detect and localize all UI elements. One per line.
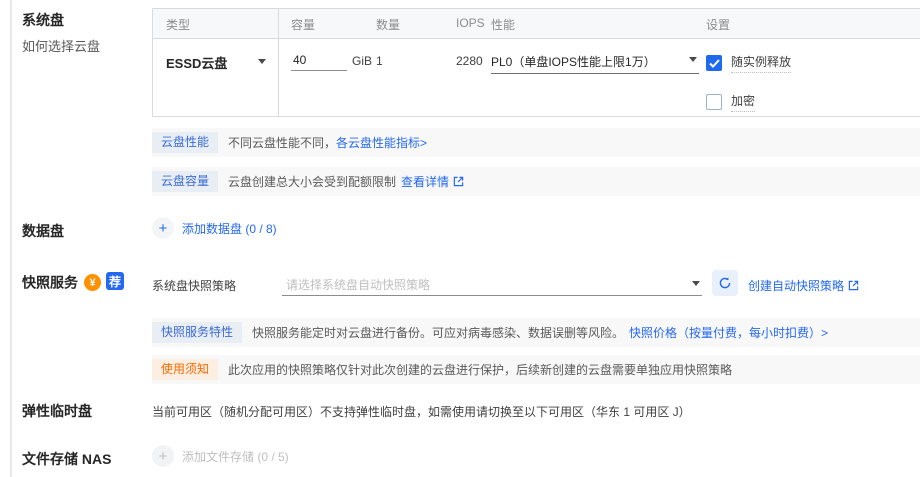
capacity-input[interactable] bbox=[291, 51, 347, 71]
snapshot-feature-tag: 快照服务特性 bbox=[152, 322, 243, 343]
ephemeral-disk-text: 当前可用区（随机分配可用区）不支持弹性临时盘，如需使用请切换至以下可用区（华东 … bbox=[152, 405, 691, 419]
add-data-disk-label: 添加数据盘 (0 / 8) bbox=[182, 221, 277, 236]
release-with-instance-checkbox[interactable] bbox=[706, 55, 722, 71]
system-disk-table-row: ESSD云盘 GiB 1 2280 PL0（单盘IOPS性能上限1万） 随实例释… bbox=[153, 39, 920, 116]
disk-performance-text: 不同云盘性能不同， bbox=[228, 136, 337, 150]
add-nas-label: 添加文件存储 (0 / 5) bbox=[182, 449, 289, 464]
disk-performance-note: 云盘性能 不同云盘性能不同， 各云盘性能指标> bbox=[152, 128, 920, 157]
chevron-down-icon bbox=[258, 59, 266, 64]
col-iops: IOPS bbox=[456, 16, 485, 30]
disk-type-value: ESSD云盘 bbox=[166, 56, 228, 71]
performance-value: PL0（单盘IOPS性能上限1万） bbox=[491, 55, 656, 69]
system-disk-table: 类型 容量 数量 IOPS 性能 设置 ESSD云盘 GiB 1 2280 PL… bbox=[152, 8, 920, 117]
refresh-icon bbox=[719, 277, 731, 289]
data-disk-label: 数据盘 bbox=[22, 223, 64, 239]
ephemeral-disk-label: 弹性临时盘 bbox=[22, 403, 92, 419]
disk-capacity-text: 云盘创建总大小会受到配额限制 bbox=[228, 175, 397, 189]
refresh-button[interactable] bbox=[712, 270, 738, 296]
snapshot-feature-text: 快照服务能定时对云盘进行备份。可应对病毒感染、数据误删等风险。 bbox=[252, 326, 625, 340]
snapshot-price-link[interactable]: 快照价格（按量付费，每小时扣费）> bbox=[629, 324, 828, 341]
view-details-label: 查看详情 bbox=[401, 175, 450, 189]
disk-capacity-tag: 云盘容量 bbox=[152, 171, 219, 192]
chevron-down-icon bbox=[689, 57, 697, 62]
check-icon bbox=[708, 58, 720, 68]
disk-capacity-note: 云盘容量 云盘创建总大小会受到配额限制 查看详情 bbox=[152, 167, 920, 196]
external-link-icon bbox=[453, 176, 464, 187]
col-type: 类型 bbox=[166, 18, 191, 32]
snapshot-policy-select[interactable]: 请选择系统盘自动快照策略 bbox=[282, 270, 702, 296]
disk-type-select[interactable]: ESSD云盘 bbox=[166, 53, 266, 72]
encryption-checkbox[interactable] bbox=[706, 94, 722, 110]
how-to-choose-disk-link[interactable]: 如何选择云盘 bbox=[22, 36, 100, 55]
create-snapshot-policy-link[interactable]: 创建自动快照策略 bbox=[748, 277, 859, 294]
system-disk-label: 系统盘 bbox=[22, 12, 64, 28]
paid-feature-icon: ¥ bbox=[84, 274, 101, 291]
snapshot-policy-field-label: 系统盘快照策略 bbox=[152, 279, 237, 293]
view-details-link[interactable]: 查看详情 bbox=[401, 173, 464, 190]
disk-performance-tag: 云盘性能 bbox=[152, 132, 219, 153]
col-quantity: 数量 bbox=[376, 18, 401, 32]
snapshot-feature-note: 快照服务特性 快照服务能定时对云盘进行备份。可应对病毒感染、数据误删等风险。 快… bbox=[152, 318, 920, 347]
release-with-instance-label: 随实例释放 bbox=[731, 53, 792, 73]
system-disk-table-header: 类型 容量 数量 IOPS 性能 设置 bbox=[153, 9, 920, 39]
iops-value: 2280 bbox=[456, 54, 483, 68]
snapshot-policy-placeholder: 请选择系统盘自动快照策略 bbox=[286, 278, 431, 292]
col-performance: 性能 bbox=[491, 18, 516, 32]
disk-config-panel: 系统盘 如何选择云盘 类型 容量 数量 IOPS 性能 设置 ESSD云盘 Gi… bbox=[0, 0, 920, 477]
disk-performance-metrics-link[interactable]: 各云盘性能指标> bbox=[336, 134, 427, 151]
snapshot-service-label: 快照服务 ¥ 荐 bbox=[22, 272, 124, 293]
quantity-value: 1 bbox=[376, 54, 383, 68]
recommended-badge: 荐 bbox=[106, 272, 124, 290]
performance-select[interactable]: PL0（单盘IOPS性能上限1万） bbox=[491, 51, 699, 74]
add-data-disk-button[interactable]: + 添加数据盘 (0 / 8) bbox=[152, 217, 277, 239]
encryption-label: 加密 bbox=[731, 92, 756, 112]
usage-notice-text: 此次应用的快照策略仅针对此次创建的云盘进行保护，后续新创建的云盘需要单独应用快照… bbox=[228, 363, 733, 377]
usage-notice-note: 使用须知 此次应用的快照策略仅针对此次创建的云盘进行保护，后续新创建的云盘需要单… bbox=[152, 355, 920, 384]
plus-icon: + bbox=[152, 445, 174, 467]
chevron-down-icon bbox=[692, 281, 700, 286]
external-link-icon bbox=[848, 280, 859, 291]
add-nas-button[interactable]: + 添加文件存储 (0 / 5) bbox=[152, 445, 289, 467]
col-settings: 设置 bbox=[706, 18, 731, 32]
create-snapshot-policy-label: 创建自动快照策略 bbox=[748, 279, 845, 293]
panel-left-border bbox=[10, 0, 12, 477]
nas-label: 文件存储 NAS bbox=[22, 451, 112, 467]
col-capacity: 容量 bbox=[291, 18, 316, 32]
capacity-unit: GiB bbox=[352, 54, 373, 68]
plus-icon: + bbox=[152, 217, 174, 239]
usage-notice-tag: 使用须知 bbox=[152, 359, 219, 380]
snapshot-service-title: 快照服务 bbox=[22, 274, 78, 291]
